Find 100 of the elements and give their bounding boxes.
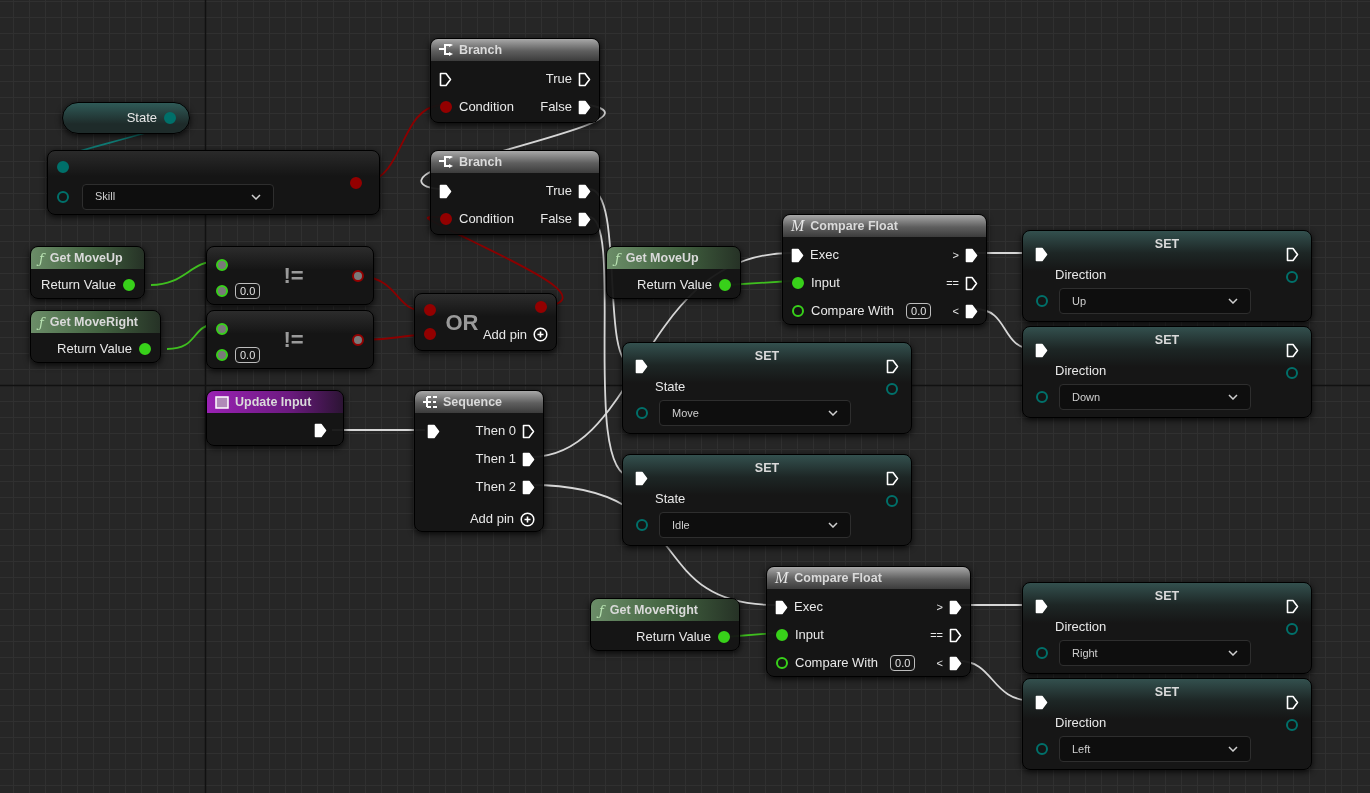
exec-pin-icon[interactable] — [578, 183, 591, 199]
enum-dropdown[interactable]: Down — [1059, 384, 1251, 410]
graph-node[interactable]: ƒ Get MoveUp Return Value — [606, 246, 741, 299]
enum-dropdown[interactable]: Up — [1059, 288, 1251, 314]
pin-label: Return Value — [57, 340, 132, 359]
data-pin-icon[interactable] — [351, 332, 365, 347]
graph-node[interactable]: OR Add pin — [414, 293, 557, 351]
exec-pin-icon[interactable] — [578, 99, 591, 115]
variable-node[interactable]: State — [62, 102, 190, 134]
value-field[interactable]: 0.0 — [890, 655, 916, 671]
enum-dropdown[interactable]: Left — [1059, 736, 1251, 762]
variable-label: State — [655, 489, 686, 508]
exec-pin-icon[interactable] — [427, 423, 440, 439]
exec-pin-icon[interactable] — [949, 627, 962, 643]
node-title: SET — [1154, 588, 1180, 605]
exec-pin-icon[interactable] — [522, 423, 535, 439]
exec-pin-icon[interactable] — [1286, 695, 1299, 710]
graph-node[interactable]: 0.0 != — [206, 310, 374, 369]
exec-pin-icon[interactable] — [522, 451, 535, 467]
data-pin-icon[interactable] — [775, 656, 789, 670]
graph-node[interactable]: SET State Move — [622, 342, 912, 434]
data-pin-icon[interactable] — [718, 278, 732, 292]
exec-pin-icon[interactable] — [522, 479, 535, 495]
node-title: SET — [1154, 236, 1180, 253]
graph-node[interactable]: SET Direction Right — [1022, 582, 1312, 674]
node-title: Compare Float — [810, 217, 898, 235]
graph-node[interactable]: ƒ Get MoveRight Return Value — [590, 598, 740, 651]
graph-node[interactable]: SET Direction Left — [1022, 678, 1312, 770]
exec-pin-icon[interactable] — [439, 71, 452, 87]
exec-pin-icon[interactable] — [1035, 343, 1048, 358]
data-pin-icon[interactable] — [717, 630, 731, 644]
exec-pin-icon[interactable] — [578, 211, 591, 227]
exec-pin-icon[interactable] — [1286, 343, 1299, 358]
graph-node[interactable]: ƒ Get MoveUp Return Value — [30, 246, 145, 299]
enum-dropdown[interactable]: Right — [1059, 640, 1251, 666]
graph-node[interactable]: SET State Idle — [622, 454, 912, 546]
variable-label: Direction — [1055, 617, 1107, 636]
math-icon: M — [791, 218, 805, 234]
exec-pin-icon[interactable] — [949, 599, 962, 615]
exec-pin-icon[interactable] — [949, 655, 962, 671]
enum-dropdown[interactable]: Skill — [82, 183, 274, 210]
exec-pin-icon[interactable] — [965, 247, 978, 263]
data-pin-icon[interactable] — [215, 257, 229, 272]
data-pin-icon[interactable] — [215, 321, 229, 336]
graph-node[interactable]: SET Direction Up — [1022, 230, 1312, 322]
pin-label: Then 2 — [475, 478, 516, 497]
graph-node[interactable]: Sequence Then 0 Then 1 Then 2 Add pin — [414, 390, 544, 532]
value-field[interactable]: 0.0 — [235, 282, 261, 299]
enum-dropdown[interactable]: Idle — [659, 512, 851, 538]
graph-node[interactable]: SET Direction Down — [1022, 326, 1312, 418]
data-pin-icon[interactable] — [138, 342, 152, 356]
add-pin-button[interactable]: Add pin — [482, 324, 548, 344]
graph-node[interactable]: 0.0 != — [206, 246, 374, 305]
exec-pin-icon[interactable] — [635, 359, 648, 374]
graph-node[interactable]: M Compare Float Exec > Input == Compare With 0.0 < — [766, 566, 971, 677]
node-title: SET — [1154, 684, 1180, 701]
exec-pin-icon[interactable] — [635, 471, 648, 486]
graph-node[interactable]: Update Input — [206, 390, 344, 446]
pin-label: Condition — [459, 210, 514, 229]
pin-label: Input — [811, 274, 840, 293]
value-field[interactable]: 0.0 — [906, 303, 932, 319]
data-pin-icon[interactable] — [215, 283, 229, 298]
exec-pin-icon[interactable] — [314, 422, 327, 438]
exec-pin-icon[interactable] — [965, 303, 978, 319]
exec-pin-icon[interactable] — [775, 599, 788, 615]
exec-pin-icon[interactable] — [1035, 247, 1048, 262]
value-field[interactable]: 0.0 — [235, 346, 261, 363]
exec-pin-icon[interactable] — [1286, 599, 1299, 614]
pin-label: True — [545, 182, 572, 201]
pin-label: Then 0 — [475, 422, 516, 441]
data-pin-icon[interactable] — [775, 628, 789, 642]
data-pin-icon[interactable] — [122, 278, 136, 292]
graph-node[interactable]: M Compare Float Exec > Input == Compare With 0.0 < — [782, 214, 987, 325]
exec-pin-icon[interactable] — [965, 275, 978, 291]
pin-label: True — [545, 70, 572, 89]
exec-pin-icon[interactable] — [1286, 247, 1299, 262]
operator-symbol: != — [283, 262, 305, 290]
pin-label: Compare With — [795, 654, 879, 673]
graph-node[interactable]: Branch True Condition False — [430, 38, 600, 123]
exec-pin-icon[interactable] — [1035, 695, 1048, 710]
enum-dropdown[interactable]: Move — [659, 400, 851, 426]
graph-node[interactable]: Skill — [47, 150, 380, 215]
graph-node[interactable]: Branch True Condition False — [430, 150, 600, 235]
add-pin-button[interactable]: Add pin — [469, 509, 535, 529]
pin-label: Return Value — [637, 276, 712, 295]
data-pin-icon[interactable] — [351, 268, 365, 283]
pin-label: < — [936, 655, 943, 671]
data-pin-icon[interactable] — [791, 276, 805, 290]
data-pin-icon[interactable] — [791, 304, 805, 318]
exec-pin-icon[interactable] — [439, 183, 452, 199]
exec-pin-icon[interactable] — [578, 71, 591, 87]
exec-pin-icon[interactable] — [1035, 599, 1048, 614]
graph-node[interactable]: ƒ Get MoveRight Return Value — [30, 310, 161, 363]
add-icon[interactable] — [533, 326, 548, 342]
graph-canvas[interactable] — [0, 0, 1370, 793]
data-pin-icon[interactable] — [215, 347, 229, 362]
exec-pin-icon[interactable] — [886, 471, 899, 486]
exec-pin-icon[interactable] — [886, 359, 899, 374]
add-icon[interactable] — [520, 511, 535, 527]
exec-pin-icon[interactable] — [791, 247, 804, 263]
